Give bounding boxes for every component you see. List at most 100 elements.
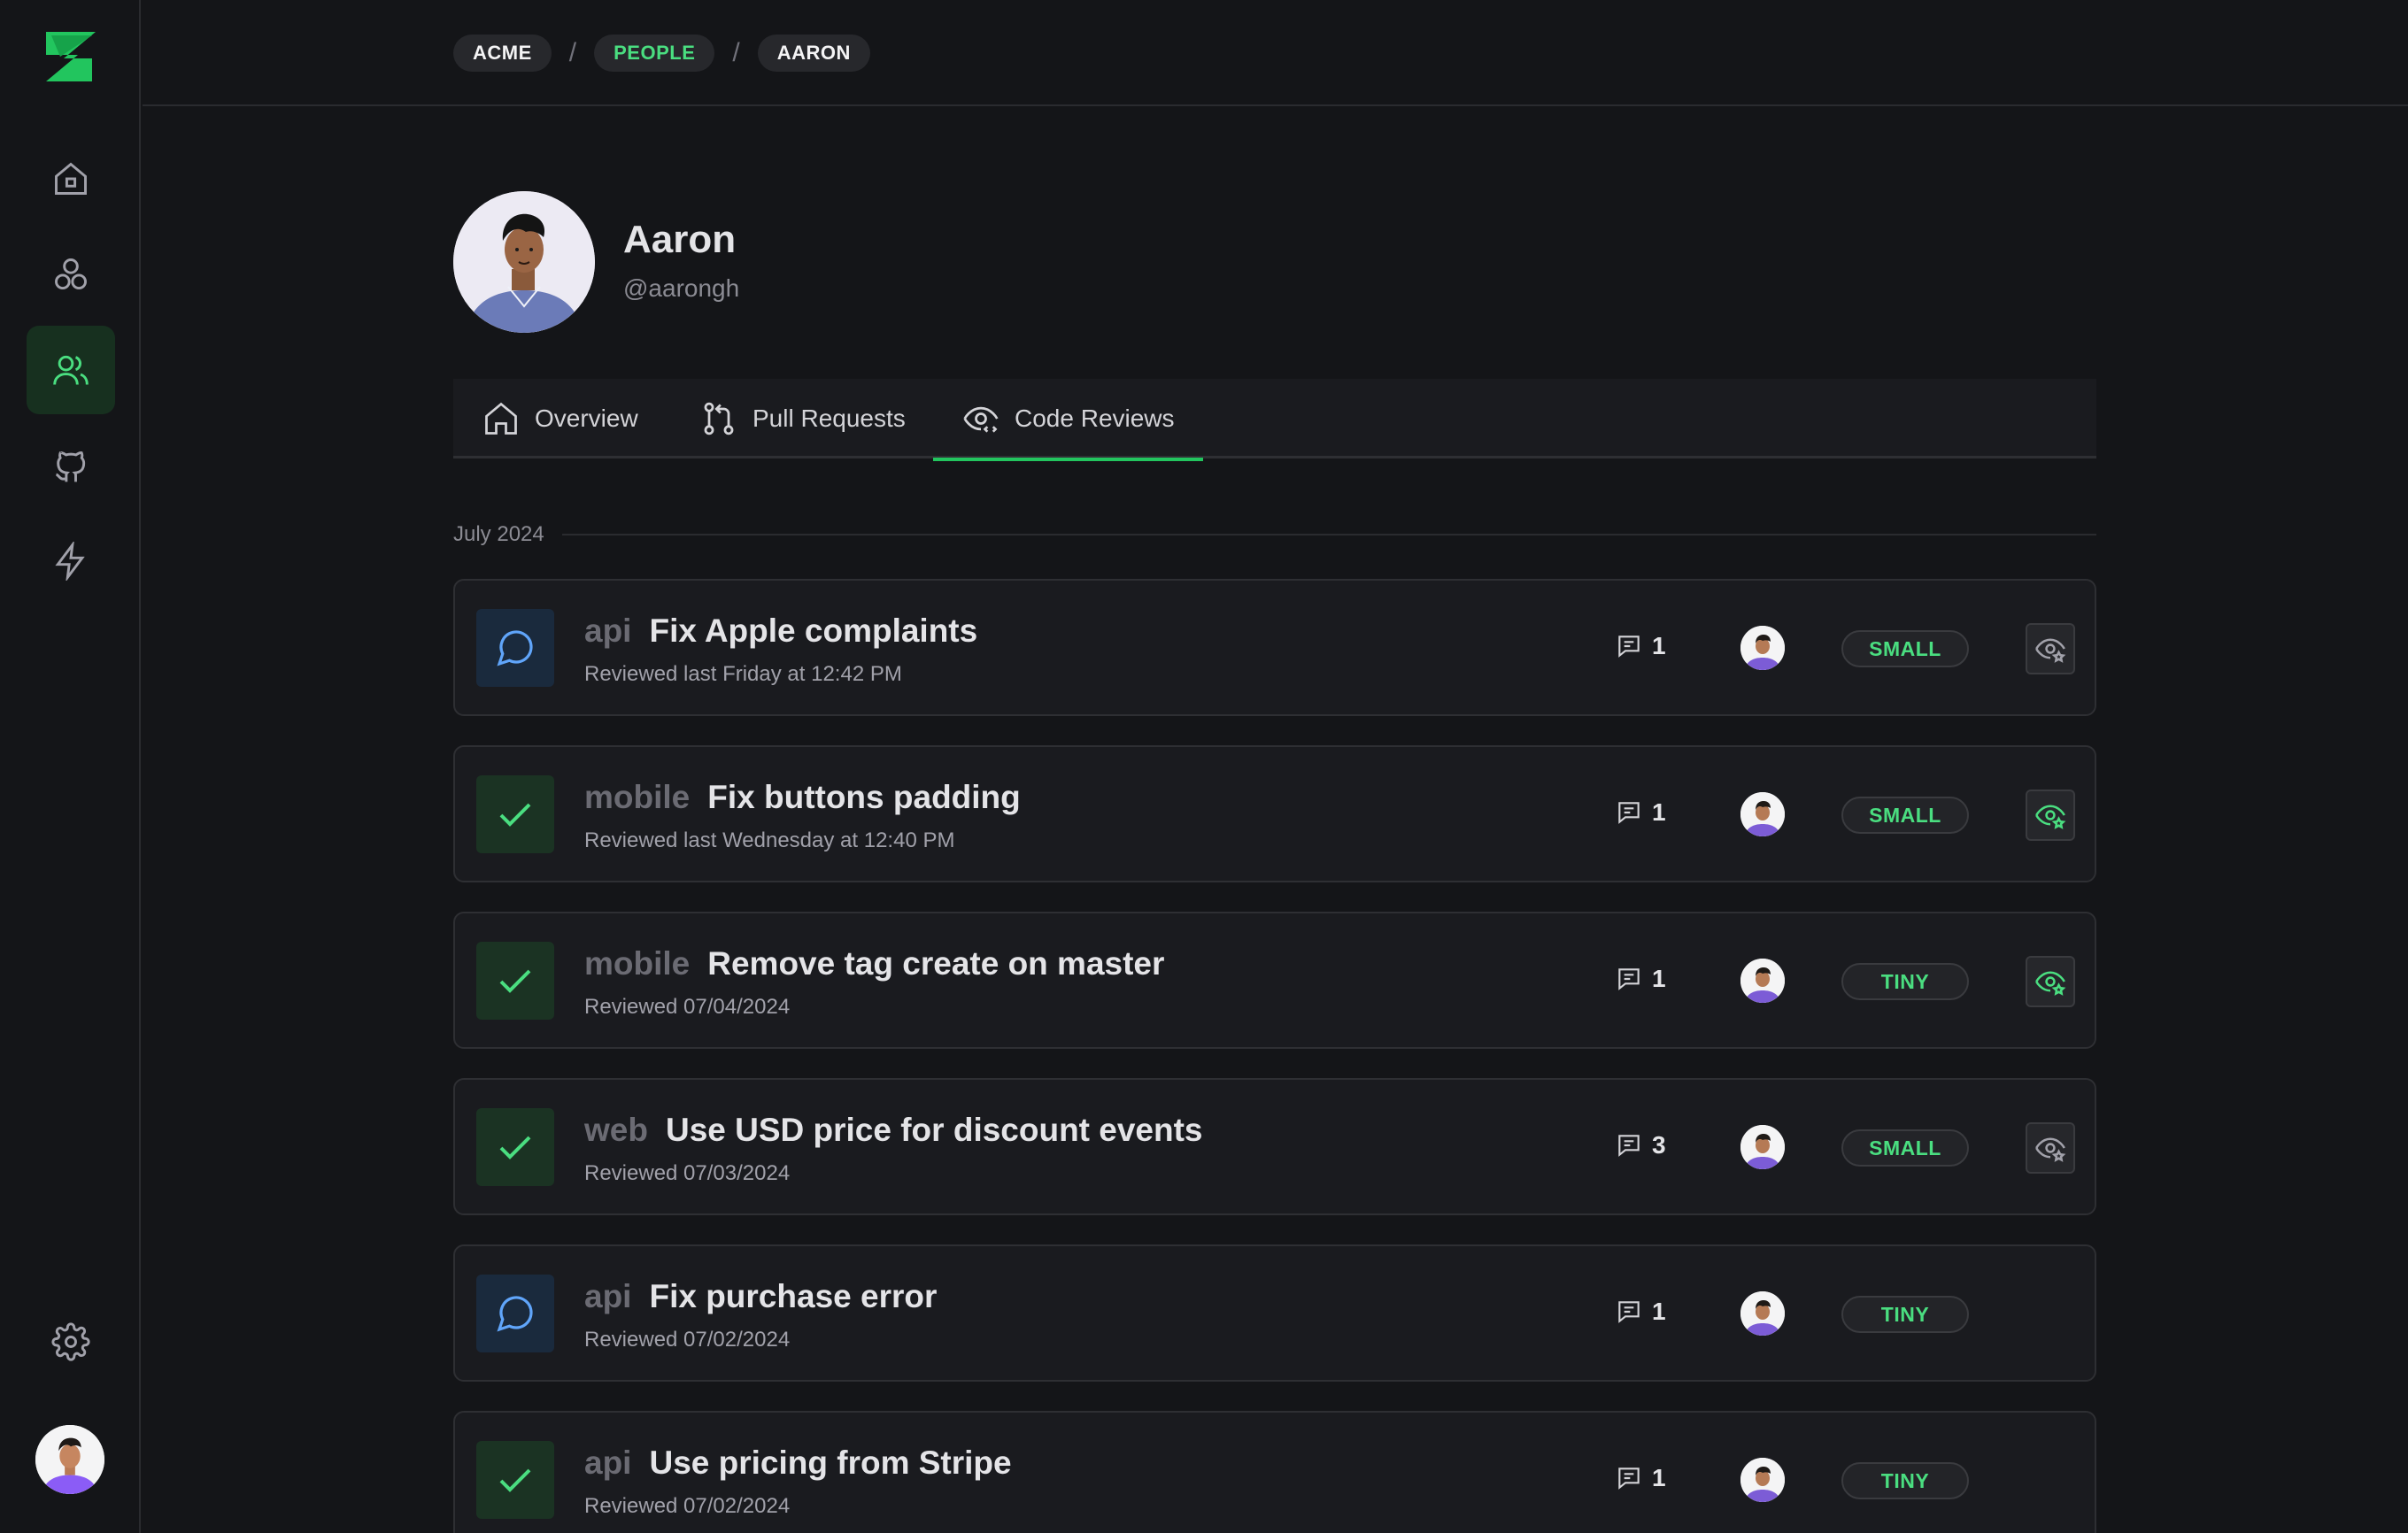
comment-count-value: 1 xyxy=(1652,965,1666,992)
watch-button[interactable] xyxy=(2026,623,2075,674)
sidebar xyxy=(0,0,141,1533)
logo-icon xyxy=(46,32,96,81)
repo-name: api xyxy=(584,1278,632,1314)
size-badge: TINY xyxy=(1841,963,1969,1000)
profile-name: Aaron xyxy=(623,218,737,261)
author-avatar xyxy=(1740,1291,1785,1336)
nav-teams[interactable] xyxy=(27,230,115,319)
pr-title: Fix purchase error xyxy=(649,1278,938,1314)
avatar-icon xyxy=(1740,792,1785,836)
review-timestamp: Reviewed last Friday at 12:42 PM xyxy=(584,662,902,686)
pr-title: Remove tag create on master xyxy=(707,945,1165,982)
breadcrumb-org[interactable]: ACME xyxy=(453,35,552,72)
breadcrumb-separator: / xyxy=(568,38,577,67)
review-card[interactable]: api Use pricing from Stripe Reviewed 07/02… xyxy=(453,1411,2096,1533)
comment-count-value: 1 xyxy=(1652,632,1666,659)
nav-github[interactable] xyxy=(27,421,115,510)
comment-count-value: 1 xyxy=(1652,1464,1666,1491)
avatar-icon xyxy=(1740,1458,1785,1502)
size-badge: SMALL xyxy=(1841,630,1969,667)
nav-home[interactable] xyxy=(27,135,115,223)
comment-count: 1 xyxy=(1615,1298,1666,1326)
size-badge: TINY xyxy=(1841,1462,1969,1499)
avatar-icon xyxy=(1740,959,1785,1003)
tab-label: Overview xyxy=(535,404,638,432)
comments-icon xyxy=(1618,636,1640,658)
review-card[interactable]: web Use USD price for discount events Revi… xyxy=(453,1078,2096,1215)
review-card[interactable]: api Fix Apple complaints Reviewed last Fri… xyxy=(453,579,2096,716)
breadcrumb-people[interactable]: PEOPLE xyxy=(594,35,715,72)
watch-button[interactable] xyxy=(2026,1122,2075,1174)
author-avatar xyxy=(1740,959,1785,1003)
breadcrumb-separator: / xyxy=(732,38,740,67)
current-user-avatar[interactable] xyxy=(35,1425,104,1494)
comment-count: 3 xyxy=(1615,1131,1666,1159)
approved-status xyxy=(476,1108,554,1186)
eye-star-icon xyxy=(2035,971,2066,996)
size-badge: SMALL xyxy=(1841,1129,1969,1167)
tab-code-reviews[interactable]: Code Reviews xyxy=(933,379,1203,461)
comments-icon xyxy=(1618,1468,1640,1490)
breadcrumb-user[interactable]: AARON xyxy=(757,35,870,72)
tab-overview[interactable]: Overview xyxy=(453,379,667,458)
comment-count-value: 1 xyxy=(1652,1298,1666,1325)
review-timestamp: Reviewed 07/02/2024 xyxy=(584,1328,791,1352)
month-label: July 2024 xyxy=(453,522,544,546)
review-title[interactable]: api Fix Apple complaints xyxy=(584,612,977,650)
tab-label: Pull Requests xyxy=(752,404,906,432)
tab-pull-requests[interactable]: Pull Requests xyxy=(671,379,934,458)
breadcrumb: ACME / PEOPLE / AARON xyxy=(453,35,870,72)
comment-count-value: 1 xyxy=(1652,798,1666,826)
people-icon xyxy=(53,355,89,385)
review-card[interactable]: mobile Fix buttons padding Reviewed last W… xyxy=(453,745,2096,882)
top-bar: ACME / PEOPLE / AARON xyxy=(143,0,2408,106)
watch-button[interactable] xyxy=(2026,956,2075,1007)
avatar-icon xyxy=(1740,1291,1785,1336)
eye-star-icon xyxy=(2035,1137,2066,1162)
comment-count: 1 xyxy=(1615,965,1666,993)
github-icon xyxy=(55,451,86,482)
comment-bubble-icon xyxy=(497,1296,533,1332)
commented-status xyxy=(476,1275,554,1352)
profile-avatar xyxy=(453,191,595,333)
pr-title: Use pricing from Stripe xyxy=(649,1444,1012,1481)
profile-tabs: Overview Pull Requests Code Reviews xyxy=(453,379,2096,461)
nav-people[interactable] xyxy=(27,326,115,414)
avatar-icon xyxy=(35,1425,104,1494)
profile-handle: @aarongh xyxy=(623,274,740,302)
review-card[interactable]: mobile Remove tag create on master Reviewe… xyxy=(453,912,2096,1049)
avatar-icon xyxy=(1740,626,1785,670)
size-badge: SMALL xyxy=(1841,797,1969,834)
nav-activity[interactable] xyxy=(27,517,115,605)
repo-name: mobile xyxy=(584,779,691,815)
avatar-icon xyxy=(453,191,595,333)
review-title[interactable]: mobile Fix buttons padding xyxy=(584,779,1021,816)
review-title[interactable]: api Fix purchase error xyxy=(584,1278,937,1315)
approved-status xyxy=(476,775,554,853)
nav-settings[interactable] xyxy=(27,1298,115,1386)
divider-line xyxy=(561,534,2096,535)
eye-star-icon xyxy=(2035,638,2066,663)
repo-name: api xyxy=(584,612,632,649)
git-pull-request-icon xyxy=(704,402,734,435)
commented-status xyxy=(476,609,554,687)
check-icon xyxy=(499,803,531,827)
comment-count-value: 3 xyxy=(1652,1131,1666,1159)
tab-label: Code Reviews xyxy=(1015,404,1175,432)
watch-button[interactable] xyxy=(2026,790,2075,841)
author-avatar xyxy=(1740,1125,1785,1169)
review-timestamp: Reviewed last Wednesday at 12:40 PM xyxy=(584,828,955,852)
author-avatar xyxy=(1740,626,1785,670)
home-icon xyxy=(485,402,517,435)
review-timestamp: Reviewed 07/02/2024 xyxy=(584,1494,791,1518)
eye-star-icon xyxy=(2035,805,2066,829)
month-divider: July 2024 xyxy=(453,522,2096,547)
author-avatar xyxy=(1740,1458,1785,1502)
size-badge: TINY xyxy=(1841,1296,1969,1333)
review-title[interactable]: mobile Remove tag create on master xyxy=(584,945,1164,982)
review-title[interactable]: web Use USD price for discount events xyxy=(584,1112,1203,1149)
eye-code-icon xyxy=(963,406,999,433)
app-logo[interactable] xyxy=(42,28,99,85)
review-title[interactable]: api Use pricing from Stripe xyxy=(584,1444,1012,1482)
review-card[interactable]: api Fix purchase error Reviewed 07/02/2024… xyxy=(453,1244,2096,1382)
